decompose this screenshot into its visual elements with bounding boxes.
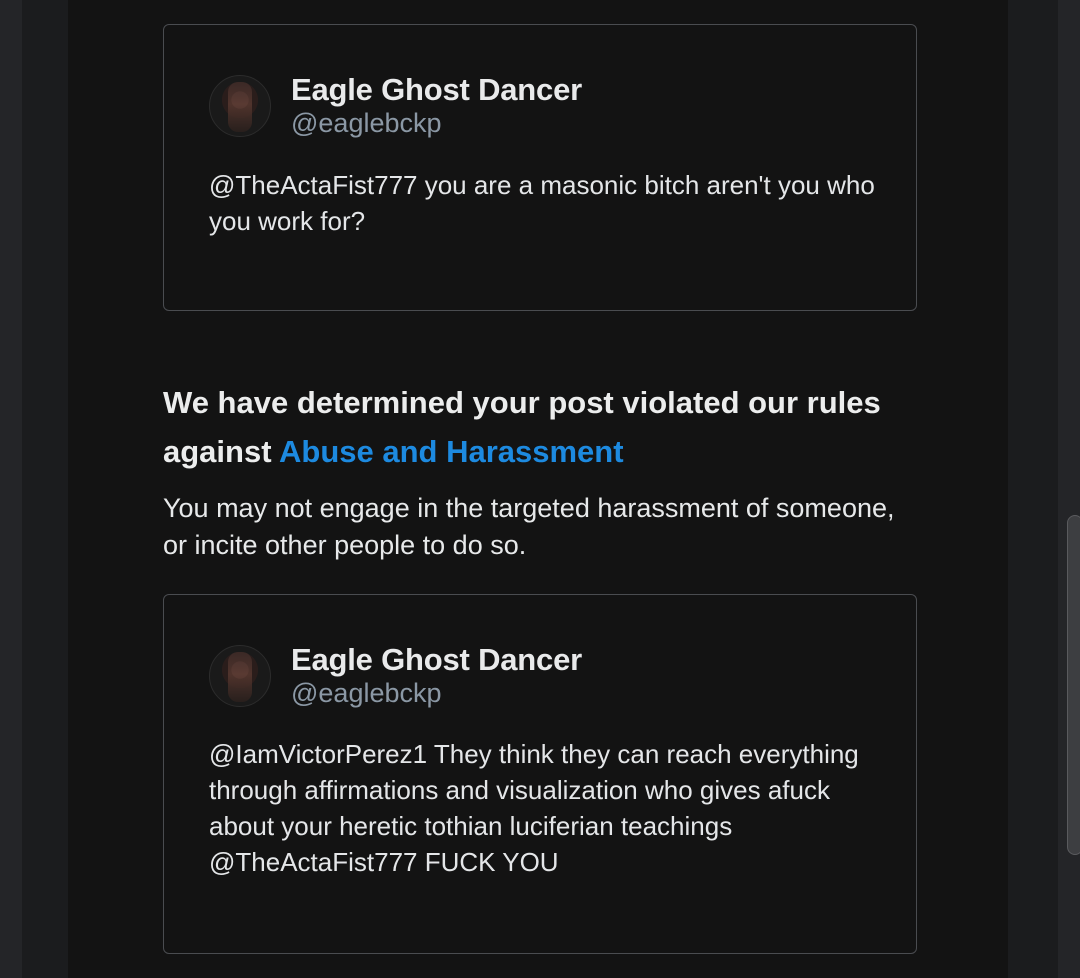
- author-handle: @eaglebckp: [291, 108, 442, 138]
- tweet-text: @IamVictorPerez1 They think they can rea…: [209, 739, 859, 877]
- scrollbar[interactable]: [1067, 515, 1080, 855]
- violation-heading: We have determined your post violated ou…: [163, 378, 923, 476]
- avatar: [209, 645, 271, 707]
- avatar: [209, 75, 271, 137]
- author-handle: @eaglebckp: [291, 678, 442, 708]
- violating-tweet-card[interactable]: Eagle Ghost Dancer @eaglebckp @IamVictor…: [163, 594, 917, 954]
- violation-description: You may not engage in the targeted haras…: [163, 493, 895, 560]
- tweet-author: Eagle Ghost Dancer @eaglebckp: [209, 643, 582, 709]
- quoted-tweet-card[interactable]: Eagle Ghost Dancer @eaglebckp @TheActaFi…: [163, 24, 917, 311]
- tweet-author: Eagle Ghost Dancer @eaglebckp: [209, 73, 582, 139]
- author-display-name: Eagle Ghost Dancer: [291, 72, 582, 107]
- author-names: Eagle Ghost Dancer @eaglebckp: [291, 643, 582, 709]
- author-names: Eagle Ghost Dancer @eaglebckp: [291, 73, 582, 139]
- rule-link[interactable]: Abuse and Harassment: [279, 434, 624, 469]
- tweet-text: @TheActaFist777 you are a masonic bitch …: [209, 170, 875, 236]
- left-gutter: [0, 0, 22, 978]
- author-display-name: Eagle Ghost Dancer: [291, 642, 582, 677]
